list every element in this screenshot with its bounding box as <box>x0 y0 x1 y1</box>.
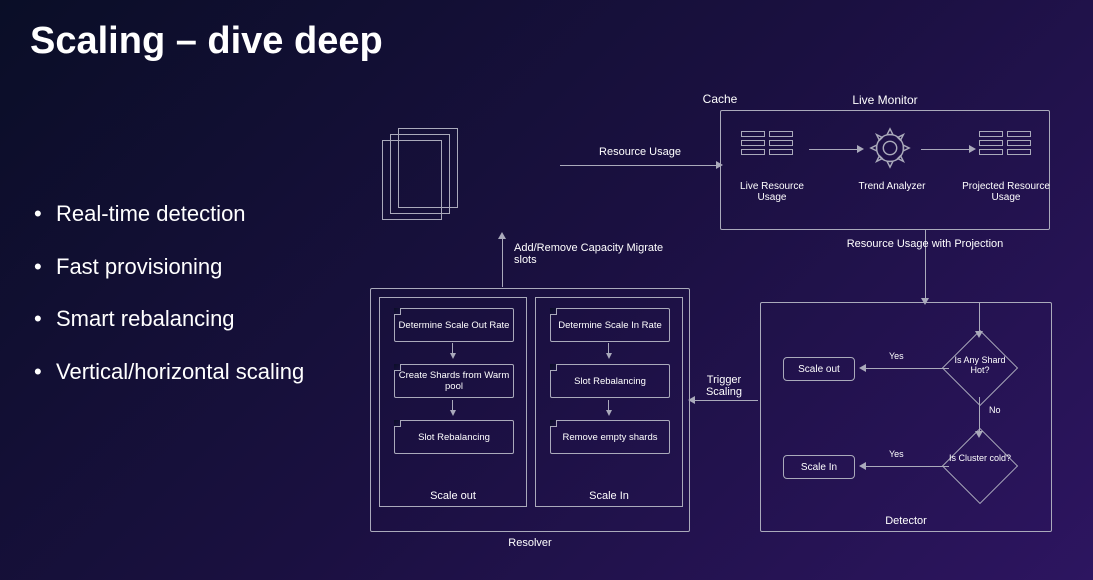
arrow-head-icon <box>498 232 506 239</box>
edge-label-yes: Yes <box>889 351 904 361</box>
edge-label-add-remove: Add/Remove Capacity Migrate slots <box>514 242 664 266</box>
server-stack-icon <box>979 131 1039 171</box>
edge-label-no: No <box>989 405 1001 415</box>
scale-out-action: Scale out <box>783 357 855 381</box>
scale-out-col-label: Scale out <box>380 490 526 502</box>
arrow-head-icon <box>857 145 864 153</box>
resolver-label: Resolver <box>371 537 689 549</box>
small-arrow-icon <box>450 353 456 359</box>
arrow-line <box>560 165 718 166</box>
decision-diamond-cold <box>942 428 1018 504</box>
projected-usage-label: Projected Resource Usage <box>961 181 1051 203</box>
detector-label: Detector <box>761 515 1051 527</box>
arrow-line <box>865 466 949 467</box>
edge-label-resource-usage: Resource Usage <box>580 146 700 158</box>
arrow-head-icon <box>859 462 866 470</box>
cache-node: Cache <box>370 110 470 230</box>
arrow-line <box>502 237 503 287</box>
small-arrow-icon <box>450 410 456 416</box>
gear-icon <box>867 125 913 171</box>
step-box: Determine Scale Out Rate <box>394 308 514 342</box>
arrow-head-icon <box>969 145 976 153</box>
arrow-line <box>809 149 859 150</box>
edge-label-trigger: Trigger Scaling <box>694 374 754 398</box>
live-usage-label: Live Resource Usage <box>727 181 817 203</box>
small-arrow-icon <box>606 353 612 359</box>
arrow-line <box>865 368 949 369</box>
live-monitor-node: Live Monitor Live Resource Usage Trend A… <box>720 110 1050 230</box>
arrow-head-icon <box>859 364 866 372</box>
step-box: Slot Rebalancing <box>550 364 670 398</box>
scale-in-column: Scale In Determine Scale In Rate Slot Re… <box>535 297 683 507</box>
document-icon <box>382 140 442 220</box>
architecture-diagram: Cache Resource Usage Live Monitor Live R… <box>370 110 1070 570</box>
edge-label-projection: Resource Usage with Projection <box>845 238 1005 250</box>
scale-in-action: Scale In <box>783 455 855 479</box>
step-box: Create Shards from Warm pool <box>394 364 514 398</box>
decision-cold-label: Is Cluster cold? <box>944 453 1016 463</box>
arrow-line <box>921 149 971 150</box>
trend-analyzer-label: Trend Analyzer <box>847 181 937 192</box>
decision-hot-label: Is Any Shard Hot? <box>944 355 1016 375</box>
step-box: Slot Rebalancing <box>394 420 514 454</box>
bullet-item: Vertical/horizontal scaling <box>30 358 310 387</box>
bullet-item: Fast provisioning <box>30 253 310 282</box>
step-box: Remove empty shards <box>550 420 670 454</box>
bullet-item: Smart rebalancing <box>30 305 310 334</box>
step-box: Determine Scale In Rate <box>550 308 670 342</box>
bullet-item: Real-time detection <box>30 200 310 229</box>
detector-node: Detector Is Any Shard Hot? Yes Scale out… <box>760 302 1052 532</box>
live-monitor-label: Live Monitor <box>721 93 1049 107</box>
resolver-node: Resolver Scale out Determine Scale Out R… <box>370 288 690 532</box>
server-stack-icon <box>741 131 801 171</box>
small-arrow-icon <box>606 410 612 416</box>
bullet-list: Real-time detection Fast provisioning Sm… <box>30 200 310 410</box>
scale-in-col-label: Scale In <box>536 490 682 502</box>
arrow-line <box>694 400 758 401</box>
scale-out-column: Scale out Determine Scale Out Rate Creat… <box>379 297 527 507</box>
edge-label-yes: Yes <box>889 449 904 459</box>
slide-title: Scaling – dive deep <box>30 20 383 63</box>
